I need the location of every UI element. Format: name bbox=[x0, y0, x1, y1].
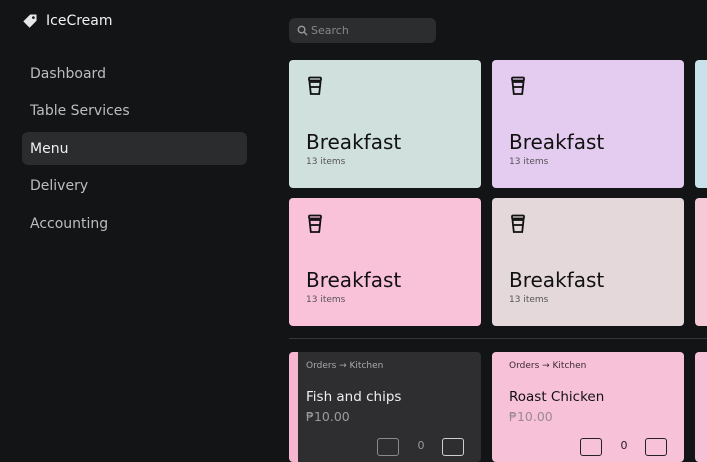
sidebar: IceCream Dashboard Table Services Menu D… bbox=[0, 0, 262, 449]
item-price: ₱10.00 bbox=[306, 409, 350, 424]
category-title: Breakfast bbox=[306, 130, 402, 154]
item-name: Roast Chicken bbox=[509, 389, 605, 405]
sidebar-item-label: Accounting bbox=[30, 215, 109, 232]
coffee-cup-icon bbox=[308, 76, 322, 95]
category-title: Breakfast bbox=[509, 130, 605, 154]
sidebar-item-label: Table Services bbox=[30, 103, 130, 119]
sidebar-item-accounting[interactable]: Accounting bbox=[22, 207, 247, 240]
search-icon bbox=[297, 25, 308, 36]
sidebar-item-delivery[interactable]: Delivery bbox=[22, 170, 247, 203]
search-input[interactable] bbox=[311, 24, 421, 37]
sidebar-item-label: Delivery bbox=[30, 178, 89, 194]
sidebar-item-table-services[interactable]: Table Services bbox=[22, 95, 247, 128]
category-count: 13 items bbox=[306, 295, 346, 305]
sidebar-nav: Dashboard Table Services Menu Delivery A… bbox=[22, 57, 247, 245]
sidebar-item-dashboard[interactable]: Dashboard bbox=[22, 57, 247, 90]
quantity-stepper: 0 bbox=[298, 438, 481, 456]
menu-item-card[interactable]: Orders → Kitchen Roast Chicken ₱10.00 0 bbox=[492, 352, 684, 462]
increment-button[interactable] bbox=[442, 438, 464, 456]
decrement-button[interactable] bbox=[377, 438, 399, 456]
quantity-value: 0 bbox=[417, 439, 425, 452]
sidebar-item-menu[interactable]: Menu bbox=[22, 132, 247, 165]
item-price: ₱10.00 bbox=[509, 409, 553, 424]
category-card-partial[interactable] bbox=[695, 60, 707, 188]
sidebar-item-label: Menu bbox=[30, 140, 69, 157]
increment-button[interactable] bbox=[645, 438, 667, 456]
quantity-value: 0 bbox=[620, 439, 628, 452]
decrement-button[interactable] bbox=[580, 438, 602, 456]
category-title: Breakfast bbox=[306, 268, 402, 292]
menu-item-card-partial[interactable] bbox=[695, 352, 707, 462]
item-route: Orders → Kitchen bbox=[306, 361, 384, 371]
search-bar[interactable] bbox=[289, 18, 436, 43]
coffee-cup-icon bbox=[511, 76, 525, 95]
category-count: 13 items bbox=[509, 295, 549, 305]
item-name: Fish and chips bbox=[306, 389, 402, 405]
category-count: 13 items bbox=[509, 157, 549, 167]
coffee-cup-icon bbox=[511, 214, 525, 233]
brand[interactable]: IceCream bbox=[22, 11, 113, 31]
quantity-stepper: 0 bbox=[492, 438, 684, 456]
sidebar-item-label: Dashboard bbox=[30, 65, 106, 82]
tag-icon bbox=[23, 14, 37, 28]
category-card[interactable]: Breakfast 13 items bbox=[492, 60, 684, 188]
category-card[interactable]: Breakfast 13 items bbox=[289, 198, 481, 326]
category-card[interactable]: Breakfast 13 items bbox=[492, 198, 684, 326]
item-route: Orders → Kitchen bbox=[509, 361, 587, 371]
coffee-cup-icon bbox=[308, 214, 322, 233]
menu-item-card[interactable]: Orders → Kitchen Fish and chips ₱10.00 0 bbox=[289, 352, 481, 462]
category-card[interactable]: Breakfast 13 items bbox=[289, 60, 481, 188]
category-title: Breakfast bbox=[509, 268, 605, 292]
category-count: 13 items bbox=[306, 157, 346, 167]
category-card-partial[interactable] bbox=[695, 198, 707, 326]
app-name: IceCream bbox=[46, 13, 113, 29]
section-divider bbox=[289, 338, 707, 339]
